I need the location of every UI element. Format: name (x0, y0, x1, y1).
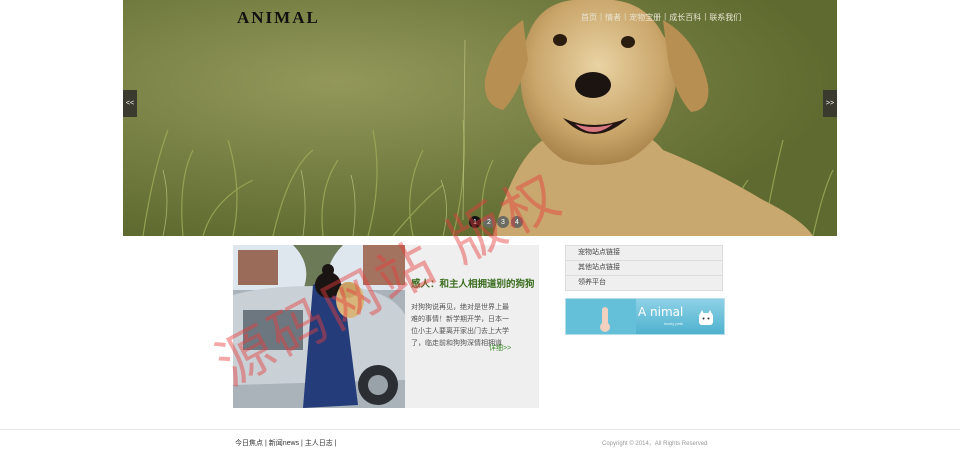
slide-dot-1[interactable]: 1 (469, 216, 481, 228)
sidebar-link-pet-sites[interactable]: 宠物站点链接 (565, 245, 723, 260)
feature-article: 感人：和主人相拥道别的狗狗 对狗狗说再见，绝对是世界上最难的事情！新学期开学，日… (233, 245, 539, 408)
hero-banner: ANIMAL 首页 | 情者 | 宠物宝册 | 成长百科 | 联系我们 << >… (123, 0, 837, 236)
footer-divider (0, 429, 960, 430)
cat-face-icon (699, 310, 713, 325)
slide-dot-2[interactable]: 2 (483, 216, 495, 228)
nav-item-contact[interactable]: 联系我们 (706, 12, 744, 23)
feature-text-block: 感人：和主人相拥道别的狗狗 对狗狗说再见，绝对是世界上最难的事情！新学期开学，日… (411, 276, 535, 350)
slide-dot-4[interactable]: 4 (511, 216, 523, 228)
sidebar-link-other-sites[interactable]: 其他站点链接 (565, 260, 723, 275)
feature-title[interactable]: 感人：和主人相拥道别的狗狗 (411, 276, 535, 290)
sidebar-link-adoption[interactable]: 领养平台 (565, 275, 723, 291)
footer-separator: | (264, 440, 267, 447)
footer-link-diary[interactable]: 主人日志 (305, 440, 333, 447)
site-logo[interactable]: ANIMAL (237, 8, 320, 28)
main-nav: 首页 | 情者 | 宠物宝册 | 成长百科 | 联系我们 (578, 12, 744, 23)
nav-item-encyclopedia[interactable]: 成长百科 (666, 12, 704, 23)
footer-separator: | (301, 440, 303, 447)
footer-link-focus[interactable]: 今日焦点 (235, 440, 263, 447)
nav-item-pets[interactable]: 宠物宝册 (626, 12, 664, 23)
footer-separator: | (334, 440, 337, 447)
copyright-text: Copyright © 2014，All Rights Reserved (602, 441, 708, 447)
sidebar-links: 宠物站点链接 其他站点链接 领养平台 (565, 245, 723, 291)
slider-prev-button[interactable]: << (123, 90, 137, 117)
nav-item-2[interactable]: 情者 (602, 12, 624, 23)
feature-more-link[interactable]: 详细>> (489, 343, 511, 353)
nav-item-home[interactable]: 首页 (578, 12, 600, 23)
promo-subtitle: lovely pets (664, 321, 683, 326)
animal-promo-banner[interactable]: A nimal lovely pets (565, 298, 725, 335)
paw-hand-icon (566, 299, 636, 334)
slider-pagination: 1 2 3 4 (469, 216, 523, 228)
promo-title: A nimal (638, 305, 684, 319)
slider-next-button[interactable]: >> (823, 90, 837, 117)
footer-link-news[interactable]: 新闻news (269, 440, 299, 447)
dog-in-grass-image (123, 0, 837, 236)
girl-hugging-dog-photo[interactable] (233, 245, 405, 408)
footer-links: 今日焦点 | 新闻news | 主人日志 | (235, 438, 337, 448)
slide-dot-3[interactable]: 3 (497, 216, 509, 228)
